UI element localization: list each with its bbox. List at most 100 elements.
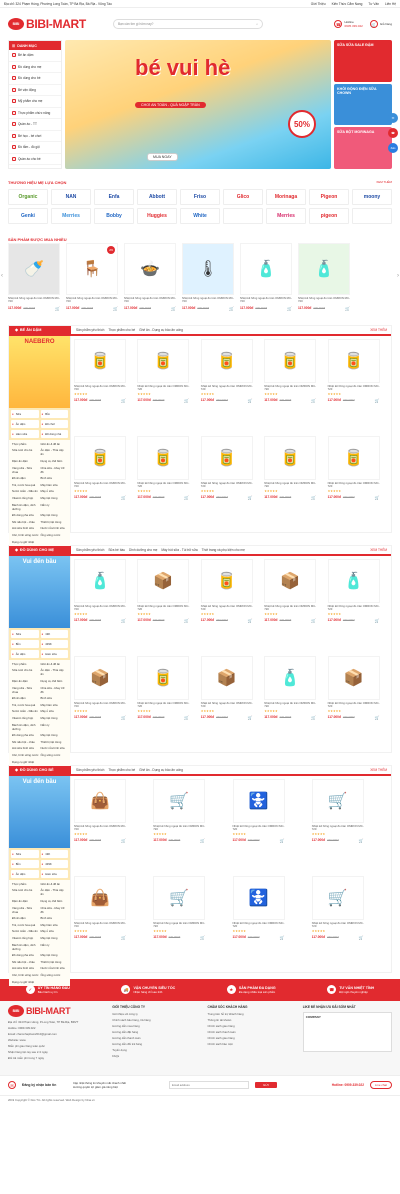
category-link[interactable]: Ghế ăn & đồ ăn [41,662,68,666]
category-link[interactable]: Đồ dùng pha sữa [12,733,39,737]
category-tab[interactable]: Dinh dưỡng cho mẹ [129,548,157,552]
footer-about-link[interactable]: Hướng dẫn mua hàng [112,1024,201,1028]
category-tab[interactable]: Sản phẩm yêu thích [76,328,104,332]
category-link[interactable]: Cốc, bình uống nước [12,973,39,977]
brand-logo[interactable]: Pigeon [309,189,349,205]
category-link[interactable]: Máy ủ sữa [41,489,68,493]
product-name[interactable]: Nhiệt kế hồng ngoại đo trán OMRON MC-720 [201,481,253,489]
add-to-cart-icon[interactable]: 🛒 [121,398,126,403]
product-image[interactable]: 🛒 [153,778,206,823]
product-image[interactable]: 🧴 [327,558,380,603]
product-image[interactable]: 📦 [137,558,190,603]
add-to-cart-icon[interactable]: 🛒 [229,306,234,311]
category-tab[interactable]: Sữa bé bầu [108,548,125,552]
category-link[interactable]: Bình sữa [41,476,68,480]
product-image[interactable]: 🍲 [124,243,176,295]
product-name[interactable]: Nhiệt kế hồng ngoại đo trán OMRON MC-720 [264,604,316,612]
add-to-cart-icon[interactable]: 🛒 [55,306,60,311]
category-link[interactable]: Ống uống nước [41,973,68,977]
product-image[interactable]: 👜 [74,778,126,823]
logo[interactable]: BIBI BIBI-MART [8,17,98,31]
buy-now-button[interactable]: MUA NGAY [147,153,178,161]
category-more-link[interactable]: XEM THÊM [370,328,391,332]
product-name[interactable]: Nhiệt kế hồng ngoại đo trán OMRON MC-720 [240,296,292,304]
brand-logo[interactable]: Enfa [94,189,134,205]
product-image[interactable]: 🥫 [200,338,253,383]
category-pill[interactable]: ● 19K [40,849,68,858]
category-menu-item[interactable]: Đồ dùng cho mẹ [9,62,61,73]
product-image[interactable]: 📦 [74,655,126,700]
product-image[interactable]: 🥫 [137,655,190,700]
brand-logo[interactable]: moony [352,189,392,205]
product-image[interactable]: 🥫 [74,435,126,480]
next-arrow-icon[interactable]: › [397,273,399,279]
category-link[interactable]: Nước rửa bình sữa [41,966,68,970]
product-image[interactable]: 📦 [264,558,317,603]
category-pill[interactable]: ● 19K [40,629,68,638]
add-to-cart-icon[interactable]: 🛒 [200,838,205,843]
newsletter-email-input[interactable] [169,1081,249,1090]
category-poster[interactable]: Vui đến bầu [9,555,70,628]
brand-logo[interactable]: Merries [266,208,306,224]
category-link[interactable] [41,540,68,544]
product-card[interactable]: 🥫 Nhiệt kế hồng ngoại đo trán OMRON MC-72… [137,655,190,749]
footer-care-link[interactable]: Chính sách thanh toán [207,1030,296,1034]
add-to-cart-icon[interactable]: 🛒 [248,715,253,720]
product-name[interactable]: Nhiệt kế hồng ngoại đo trán OMRON MC-720 [328,384,380,392]
category-link[interactable]: Thực phẩm [12,882,39,886]
category-link[interactable]: Chia sữa - khay trữ đồ [41,906,68,914]
add-to-cart-icon[interactable]: 🛒 [121,618,126,623]
brand-logo[interactable]: Abbott [137,189,177,205]
category-tab[interactable]: Thời trang và phụ kiện cho mẹ [202,548,245,552]
category-link[interactable]: Nước rửa bình sữa [41,746,68,750]
product-card[interactable]: 🚼 Nhiệt kế hồng ngoại đo trán OMRON MC-72… [232,875,285,969]
product-name[interactable]: Nhiệt kế hồng ngoại đo trán OMRON MC-720 [233,921,285,929]
category-link[interactable]: Thực phẩm [12,442,39,446]
product-card[interactable]: 📦 Nhiệt kế hồng ngoại đo trán OMRON MC-72… [200,655,253,749]
product-name[interactable]: Nhiệt kế hồng ngoại đo trán OMRON MC-720 [74,921,126,929]
add-to-cart-icon[interactable]: 🛒 [184,495,189,500]
product-card[interactable]: 🛒 Nhiệt kế hồng ngoại đo trán OMRON MC-72… [153,875,206,969]
product-card[interactable]: 🌡 Nhiệt kế hồng ngoại đo trán OMRON MC-72… [182,243,234,311]
category-link[interactable]: Máy ủ sữa [41,929,68,933]
category-link[interactable]: Nước mắm - Dầu ăn [12,489,39,493]
category-link[interactable]: Đồ ăn dặm [12,476,39,480]
category-link[interactable]: Chia sữa - khay trữ đồ [41,686,68,694]
category-pill[interactable]: ● Hàm sữa [11,429,39,438]
category-link[interactable]: Váng sữa - Sữa chua [12,906,39,914]
product-name[interactable]: Nhiệt kế hồng ngoại đo trán OMRON MC-720 [74,824,126,832]
product-name[interactable]: Nhiệt kế hồng ngoại đo trán OMRON MC-720 [137,604,189,612]
product-name[interactable]: Nhiệt kế hồng ngoại đo trán OMRON MC-720 [264,481,316,489]
newsletter-send-button[interactable]: GỬI [255,1082,277,1089]
category-link[interactable]: Máy hâm sữa [41,923,68,927]
product-card[interactable]: 🚼 Nhiệt kế hồng ngoại đo trán OMRON MC-72… [232,778,285,872]
brand-logo[interactable] [352,208,392,224]
product-card[interactable]: 🛒 Nhiệt kế hồng ngoại đo trán OMRON MC-72… [311,875,364,969]
category-link[interactable]: Nồi nấu bột - chảo [12,740,39,744]
product-card[interactable]: 🧴 Nhiệt kế hồng ngoại đo trán OMRON MC-72… [264,655,317,749]
category-link[interactable]: Hút sữa bình sữa [12,966,39,970]
product-name[interactable]: Nhiệt kế hồng ngoại đo trán OMRON MC-720 [137,701,189,709]
category-link[interactable]: Máy tiệt trùng [41,496,68,500]
product-image[interactable]: 📦 [200,655,253,700]
brand-logo[interactable]: Glico [223,189,263,205]
category-link[interactable]: Máy hâm sữa [41,703,68,707]
category-link[interactable]: Dặm ăn dặm [12,679,39,683]
category-tab[interactable]: Sản phẩm yêu thích [76,548,104,552]
footer-about-link[interactable]: Hướng dẫn đặt hàng [112,1030,201,1034]
category-link[interactable]: Dụng cụ giữ nhiệt [12,980,39,984]
product-image[interactable]: 🥫 [264,338,317,383]
category-pill[interactable]: ● 439K [40,639,68,648]
product-card[interactable]: 📦 Nhiệt kế hồng ngoại đo trán OMRON MC-72… [74,655,126,749]
product-image[interactable]: 🧴 [74,558,126,603]
add-to-cart-icon[interactable]: 🛒 [280,838,285,843]
product-image[interactable]: 🛒 [153,875,206,920]
category-link[interactable]: Đồ ăn dặm [12,916,39,920]
product-card[interactable]: 🥫 Nhiệt kế hồng ngoại đo trán OMRON MC-72… [327,338,380,432]
category-link[interactable]: Bình sữa [41,696,68,700]
add-to-cart-icon[interactable]: 🛒 [121,495,126,500]
category-link[interactable]: Đồ dùng pha sữa [12,513,39,517]
add-to-cart-icon[interactable]: 🛒 [280,935,285,940]
product-card[interactable]: 🛒 Nhiệt kế hồng ngoại đo trán OMRON MC-72… [153,778,206,872]
add-to-cart-icon[interactable]: 🛒 [345,306,350,311]
